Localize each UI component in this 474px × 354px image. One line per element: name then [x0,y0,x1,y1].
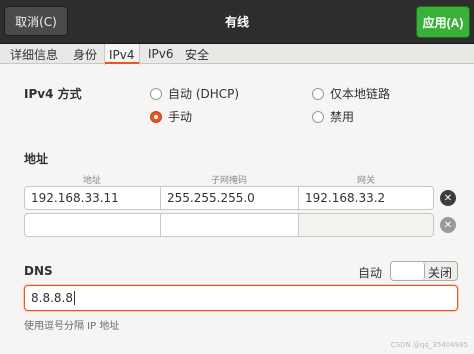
radio-link-local[interactable]: 仅本地链路 [312,85,390,102]
radio-link-local-label: 仅本地链路 [330,87,391,101]
radio-auto-dhcp[interactable]: 自动 (DHCP) [150,85,239,102]
address-input[interactable] [24,213,161,237]
radio-button-unchecked-icon [312,87,324,100]
dns-auto-switch[interactable]: 关闭 [390,261,458,281]
dns-hint: 使用逗号分隔 IP 地址 [24,321,120,332]
watermark: CSDN @qq_35404985 [390,341,468,349]
ipv4-method-label: IPv4 方式 [24,87,82,101]
tab-details[interactable]: 详细信息 [6,44,62,64]
tab-identity[interactable]: 身份 [69,44,101,64]
tab-ipv6[interactable]: IPv6 [144,44,178,64]
header-bar: 取消(C) 有线 应用(A) [0,0,474,44]
text-cursor [73,291,75,305]
radio-auto-dhcp-label: 自动 (DHCP) [168,87,240,101]
switch-knob [391,262,425,280]
column-header-gateway: 网关 [356,176,375,186]
radio-manual-label: 手动 [168,110,193,124]
dns-label: DNS [24,264,53,278]
netmask-input[interactable]: 255.255.255.0 [160,186,299,210]
address-input[interactable]: 192.168.33.11 [24,186,161,210]
dns-input[interactable]: 8.8.8.8 [24,285,458,311]
dns-auto-label: 自动 [358,266,383,280]
delete-row-icon[interactable]: ✕ [440,190,456,206]
address-section-label: 地址 [24,152,49,166]
tab-bar: 详细信息 身份 IPv4 IPv6 安全 [0,44,474,65]
netmask-input[interactable] [160,213,299,237]
radio-manual[interactable]: 手动 [150,108,192,125]
radio-button-unchecked-icon [312,110,324,123]
gateway-input[interactable]: 192.168.33.2 [298,186,434,210]
radio-disabled[interactable]: 禁用 [312,108,354,125]
radio-button-checked-icon [150,110,162,123]
radio-button-unchecked-icon [150,87,162,100]
apply-button[interactable]: 应用(A) [416,6,470,38]
tab-security[interactable]: 安全 [181,44,213,64]
gateway-input[interactable] [298,213,434,237]
dns-input-value: 8.8.8.8 [31,291,73,305]
window-title: 有线 [224,15,249,29]
switch-state-label: 关闭 [427,266,452,280]
column-header-netmask: 子网掩码 [210,176,247,186]
delete-row-icon[interactable]: ✕ [440,217,456,233]
radio-disabled-label: 禁用 [330,110,355,124]
column-header-address: 地址 [82,176,101,186]
tab-ipv4[interactable]: IPv4 [104,44,140,65]
